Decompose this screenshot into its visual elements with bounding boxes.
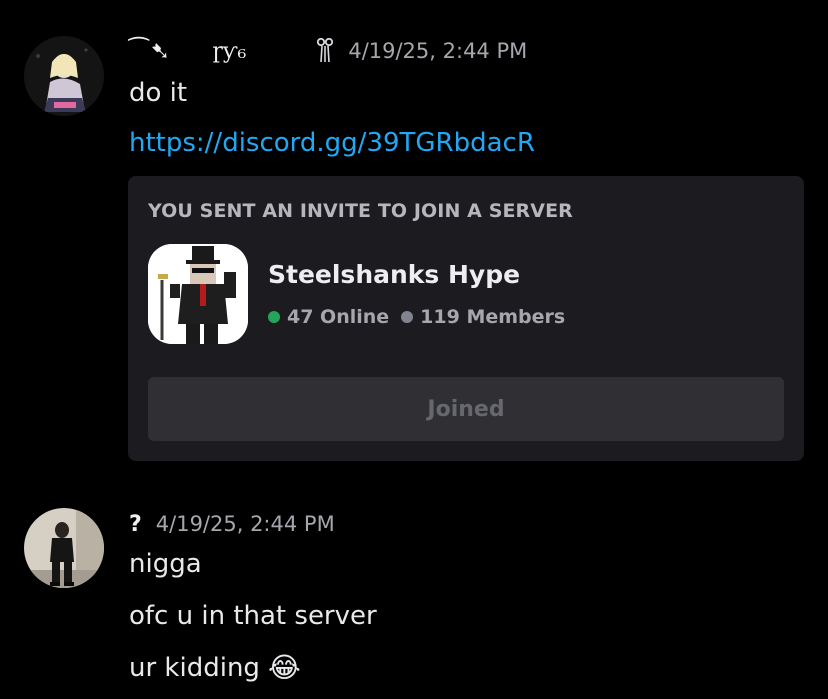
message-text: ur kidding	[129, 652, 260, 683]
message-2: ? 4/19/25, 2:44 PM nigga ofc u in that s…	[0, 0, 828, 699]
joy-emoji[interactable]: 😂	[268, 651, 301, 684]
message-text-with-emoji: ur kidding 😂	[129, 651, 301, 684]
message-text: ofc u in that server	[129, 601, 377, 631]
message-header: ? 4/19/25, 2:44 PM	[129, 507, 335, 541]
timestamp[interactable]: 4/19/25, 2:44 PM	[156, 512, 335, 536]
username[interactable]: ?	[129, 512, 142, 537]
user-avatar[interactable]	[24, 508, 104, 588]
message-text: nigga	[129, 549, 202, 579]
